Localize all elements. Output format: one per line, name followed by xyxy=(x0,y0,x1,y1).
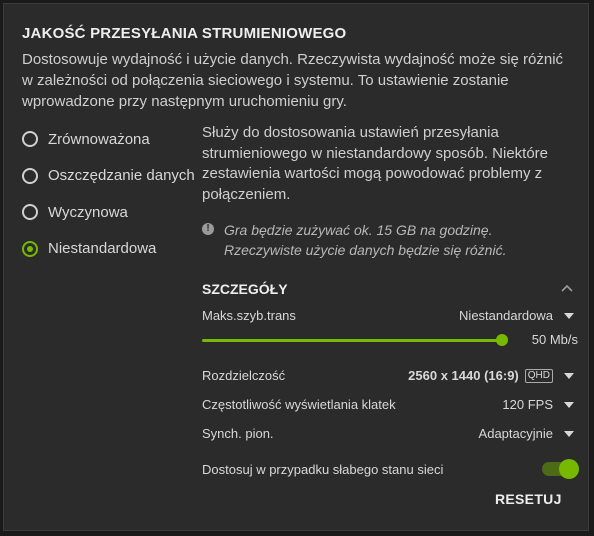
preset-competitive[interactable]: Wyczynowa xyxy=(22,194,202,231)
max-bitrate-label: Maks.szyb.trans xyxy=(202,308,296,323)
adjust-network-toggle[interactable] xyxy=(542,459,579,479)
max-bitrate-value: Niestandardowa xyxy=(459,308,553,323)
framerate-label: Częstotliwość wyświetlania klatek xyxy=(202,397,396,412)
preset-radio-group: Zrównoważona Oszczędzanie danych Wyczyno… xyxy=(22,121,202,267)
resolution-label: Rozdzielczość xyxy=(202,368,286,383)
panel-title: JAKOŚĆ PRZESYŁANIA STRUMIENIOWEGO xyxy=(22,25,347,42)
radio-button[interactable] xyxy=(22,204,38,221)
radio-button[interactable] xyxy=(22,131,38,148)
chevron-down-icon[interactable] xyxy=(564,372,574,379)
toggle-knob xyxy=(559,459,579,479)
preset-label: Oszczędzanie danych xyxy=(48,167,195,185)
chevron-down-icon[interactable] xyxy=(564,430,574,437)
custom-description: Służy do dostosowania ustawień przesyłan… xyxy=(202,124,549,203)
framerate-row: Częstotliwość wyświetlania klatek 120 FP… xyxy=(202,390,574,419)
preset-label: Wyczynowa xyxy=(48,203,128,221)
custom-settings-section: Służy do dostosowania ustawień przesyłan… xyxy=(202,123,579,486)
framerate-dropdown[interactable]: 120 FPS xyxy=(502,397,574,412)
bitrate-slider-value: 50 Mb/s xyxy=(531,332,578,347)
panel-description: Dostosowuje wydajność i użycie danych. R… xyxy=(22,51,564,110)
radio-button-selected[interactable] xyxy=(22,240,38,257)
chevron-up-icon[interactable] xyxy=(560,282,574,296)
bitrate-slider-track[interactable] xyxy=(202,339,502,342)
resolution-row: Rozdzielczość 2560 x 1440 (16:9) QHD xyxy=(202,361,574,390)
data-usage-note: ! Gra będzie zużywać ok. 15 GB na godzin… xyxy=(202,220,574,260)
chevron-down-icon[interactable] xyxy=(564,401,574,408)
chevron-down-icon[interactable] xyxy=(564,312,574,319)
details-title: SZCZEGÓŁY xyxy=(202,281,288,297)
details-header[interactable]: SZCZEGÓŁY xyxy=(202,279,574,299)
preset-label: Zrównoważona xyxy=(48,130,150,148)
radio-button[interactable] xyxy=(22,167,38,184)
vsync-dropdown[interactable]: Adaptacyjnie xyxy=(479,426,574,441)
preset-label: Niestandardowa xyxy=(48,240,157,258)
max-bitrate-dropdown[interactable]: Niestandardowa xyxy=(459,308,574,323)
bitrate-slider-thumb[interactable] xyxy=(496,334,508,346)
vsync-value: Adaptacyjnie xyxy=(478,426,553,441)
vsync-row: Synch. pion. Adaptacyjnie xyxy=(202,419,574,448)
preset-balanced[interactable]: Zrównoważona xyxy=(22,121,202,158)
streaming-quality-panel: JAKOŚĆ PRZESYŁANIA STRUMIENIOWEGO Dostos… xyxy=(3,3,589,531)
resolution-value: 2560 x 1440 (16:9) xyxy=(408,368,519,383)
adjust-network-row: Dostosuj w przypadku słabego stanu sieci xyxy=(202,452,579,486)
preset-custom[interactable]: Niestandardowa xyxy=(22,231,202,268)
adjust-network-label: Dostosuj w przypadku słabego stanu sieci xyxy=(202,461,444,477)
max-bitrate-row: Maks.szyb.trans Niestandardowa xyxy=(202,301,574,330)
framerate-value: 120 FPS xyxy=(502,397,553,412)
preset-data-saver[interactable]: Oszczędzanie danych xyxy=(22,158,202,195)
bitrate-slider-row: 50 Mb/s xyxy=(202,330,578,354)
qhd-badge: QHD xyxy=(524,368,553,383)
reset-button[interactable]: RESETUJ xyxy=(495,491,562,507)
info-icon: ! xyxy=(202,223,214,235)
vsync-label: Synch. pion. xyxy=(202,426,274,441)
resolution-dropdown[interactable]: 2560 x 1440 (16:9) QHD xyxy=(408,368,574,383)
note-text: Gra będzie zużywać ok. 15 GB na godzinę.… xyxy=(224,222,507,258)
